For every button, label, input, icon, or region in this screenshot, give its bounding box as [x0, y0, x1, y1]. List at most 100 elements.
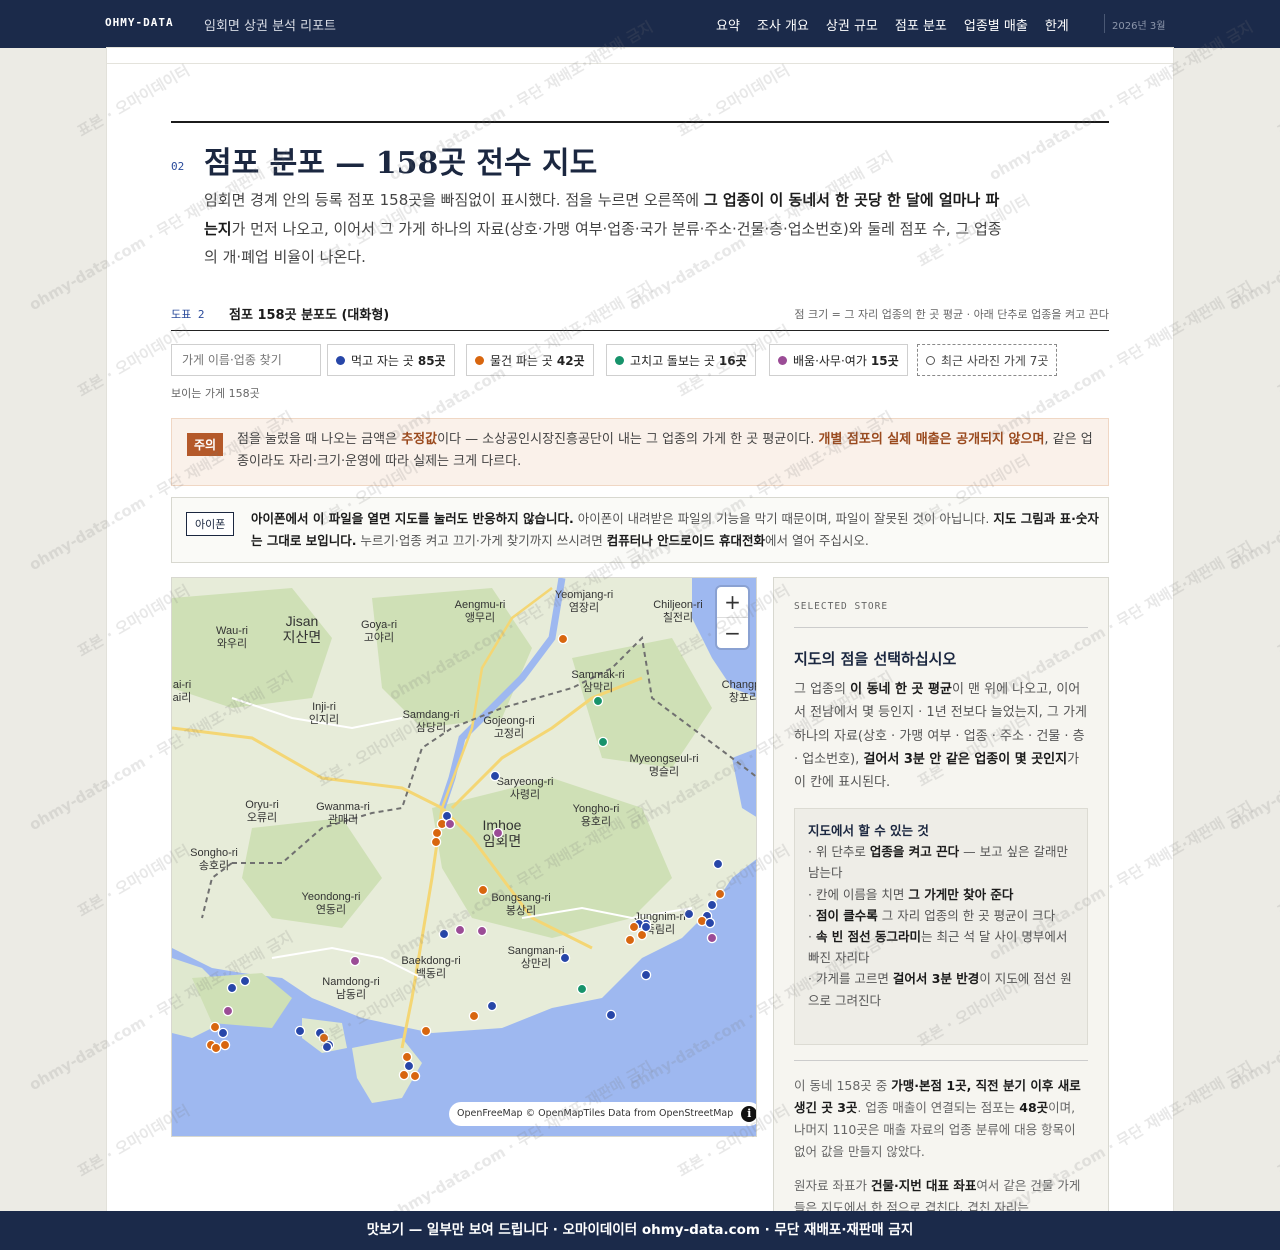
map-place-label-en: Yeondong-ri — [302, 891, 361, 903]
panel-divider — [794, 627, 1088, 628]
store-marker[interactable] — [420, 1025, 432, 1037]
map-place-label-ko: 상만리 — [521, 957, 551, 970]
filter-chip-food-lodging[interactable]: 먹고 자는 곳 85곳 — [327, 344, 455, 376]
figure-number: 도표 2 — [171, 308, 205, 321]
nav-item-sales-by-industry[interactable]: 업종별 매출 — [964, 15, 1028, 34]
store-marker[interactable] — [226, 982, 238, 994]
store-marker[interactable] — [431, 827, 443, 839]
map-place-label-en: Samdang-ri — [403, 709, 460, 721]
top-navbar: OHMY-DATA 임회면 상권 분석 리포트 요약 조사 개요 상권 규모 점… — [0, 0, 1280, 48]
store-marker[interactable] — [398, 1069, 410, 1081]
watermark-text: ohmy-data.com · 무단 재배포·재판매 금지 — [1225, 408, 1280, 575]
store-marker[interactable] — [576, 983, 588, 995]
store-marker[interactable] — [640, 969, 652, 981]
store-marker[interactable] — [349, 955, 361, 967]
store-marker[interactable] — [239, 975, 251, 987]
store-marker[interactable] — [454, 924, 466, 936]
store-marker[interactable] — [706, 899, 718, 911]
map-place-label-en: Sammak-ri — [571, 669, 624, 681]
attribution-text[interactable]: OpenFreeMap © OpenMapTiles Data from Ope… — [457, 1108, 733, 1119]
watermark-text: 표본 · 오마이데이터 — [1274, 582, 1280, 661]
preview-banner: 맛보기 — 일부만 보여 드립니다 · 오마이데이터 ohmy-data.com… — [0, 1211, 1280, 1250]
filter-chip-retail[interactable]: 물건 파는 곳 42곳 — [466, 344, 594, 376]
hollow-circle-icon — [926, 355, 935, 365]
info-icon[interactable]: i — [741, 1106, 756, 1122]
store-marker[interactable] — [486, 1000, 498, 1012]
store-marker[interactable] — [403, 1060, 415, 1072]
store-map[interactable]: Yeomjang-ri 염장리 Aengmu-ri 앵무리 Chiljeon-ri 칠전리… — [171, 577, 757, 1137]
paper-header-strip — [107, 48, 1173, 64]
store-marker[interactable] — [430, 836, 442, 848]
store-marker[interactable] — [209, 1021, 221, 1033]
store-marker[interactable] — [704, 917, 716, 929]
map-place-label-ko: 남동리 — [336, 988, 366, 1001]
map-place-label-en: Jisan — [286, 613, 319, 629]
zoom-control: + − — [717, 587, 748, 648]
iphone-notice-text: 아이폰에서 이 파일을 열면 지도를 눌러도 반응하지 않습니다. 아이폰이 내… — [251, 511, 1099, 548]
store-marker[interactable] — [219, 1039, 231, 1051]
map-place-label-ko: 고정리 — [494, 727, 524, 740]
iphone-badge: 아이폰 — [186, 512, 235, 536]
store-marker[interactable] — [468, 1010, 480, 1022]
store-marker[interactable] — [592, 695, 604, 707]
map-place-label-en: Namdong-ri — [322, 976, 379, 988]
map-attribution: OpenFreeMap © OpenMapTiles Data from Ope… — [449, 1102, 756, 1126]
map-place-label-ko: 칠전리 — [663, 611, 693, 624]
store-marker[interactable] — [401, 1051, 413, 1063]
map-place-label-ko: 앵무리 — [465, 611, 495, 624]
filter-chip-closed-stores[interactable]: 최근 사라진 가게 7곳 — [917, 344, 1058, 376]
map-place-label-ko: 인지리 — [309, 713, 339, 726]
map-place-label-en: Oryu-ri — [245, 799, 279, 811]
store-marker[interactable] — [217, 1027, 229, 1039]
store-marker[interactable] — [559, 952, 571, 964]
store-marker[interactable] — [489, 770, 501, 782]
help-item: · 가게를 고르면 걸어서 3분 반경이 지도에 점선 원으로 그려진다 — [808, 971, 1072, 1008]
store-marker[interactable] — [628, 921, 640, 933]
nav-item-store-distribution[interactable]: 점포 분포 — [895, 15, 947, 34]
store-search-input[interactable] — [171, 344, 321, 376]
map-place-label-ko: ai리 — [173, 691, 192, 704]
nav-item-summary[interactable]: 요약 — [716, 15, 740, 34]
store-marker[interactable] — [557, 633, 569, 645]
zoom-out-button[interactable]: − — [717, 617, 748, 647]
map-place-label-en: Inji-ri — [312, 701, 336, 713]
caution-badge: 주의 — [187, 433, 224, 456]
store-marker[interactable] — [712, 858, 724, 870]
help-title: 지도에서 할 수 있는 것 — [808, 823, 929, 838]
filter-chip-repair-care[interactable]: 고치고 돌보는 곳 16곳 — [606, 344, 756, 376]
zoom-in-button[interactable]: + — [717, 587, 748, 617]
store-marker[interactable] — [409, 1070, 421, 1082]
visible-store-count: 보이는 가게 158곳 — [171, 387, 260, 400]
section-rule — [171, 121, 1109, 123]
nav-item-market-size[interactable]: 상권 규모 — [826, 15, 878, 34]
filter-chip-education-office-leisure[interactable]: 배움·사무·여가 15곳 — [769, 344, 908, 376]
store-marker[interactable] — [294, 1025, 306, 1037]
store-marker[interactable] — [444, 818, 456, 830]
store-marker[interactable] — [597, 736, 609, 748]
store-marker[interactable] — [476, 925, 488, 937]
store-marker[interactable] — [714, 888, 726, 900]
store-marker[interactable] — [706, 932, 718, 944]
nav-item-limits[interactable]: 한계 — [1045, 15, 1069, 34]
store-marker[interactable] — [492, 827, 504, 839]
section-number: 02 — [171, 160, 185, 173]
map-place-label-en: Baekdong-ri — [401, 955, 460, 967]
map-canvas[interactable]: Yeomjang-ri염장리 Aengmu-ri앵무리 Chiljeon-ri칠전리… — [172, 578, 757, 1137]
iphone-notice: 아이폰 아이폰에서 이 파일을 열면 지도를 눌러도 반응하지 않습니다. 아이… — [171, 497, 1109, 563]
map-place-label-ko: 송호리 — [199, 859, 229, 872]
store-marker[interactable] — [210, 1042, 222, 1054]
brand-logo[interactable]: OHMY-DATA — [105, 16, 174, 29]
store-marker[interactable] — [624, 934, 636, 946]
store-marker[interactable] — [438, 928, 450, 940]
store-marker[interactable] — [477, 884, 489, 896]
store-marker[interactable] — [605, 1009, 617, 1021]
store-marker[interactable] — [640, 921, 652, 933]
nav-item-overview[interactable]: 조사 개요 — [757, 15, 809, 34]
store-marker[interactable] — [321, 1041, 333, 1053]
map-place-label-ko: 용호리 — [581, 815, 611, 828]
watermark-text: 표본 · 오마이데이터 — [1274, 322, 1280, 401]
store-marker[interactable] — [222, 1005, 234, 1017]
store-marker[interactable] — [683, 908, 695, 920]
map-place-label-ko: 고야리 — [364, 631, 394, 644]
map-place-label-en: Gojeong-ri — [483, 715, 534, 727]
